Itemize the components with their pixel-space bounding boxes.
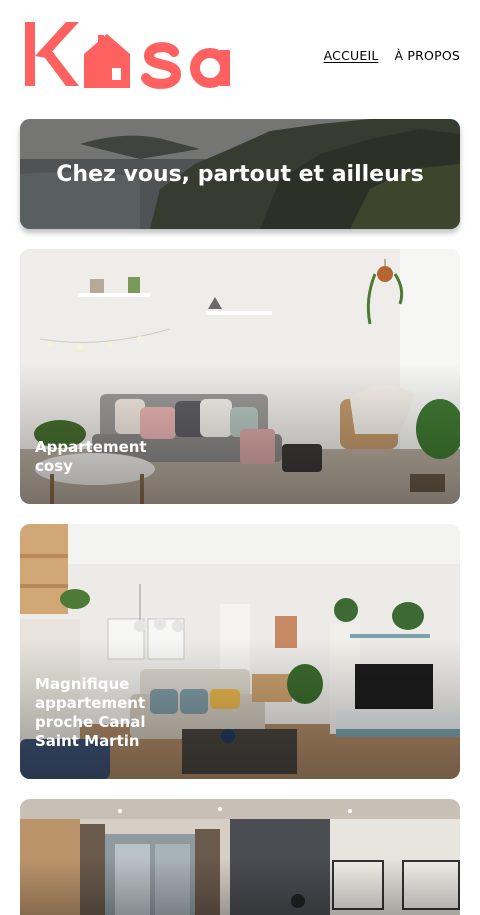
listing-title: Appartement cosy <box>35 438 147 475</box>
nav-link-home[interactable]: ACCUEIL <box>324 48 379 63</box>
main-nav: ACCUEIL À PROPOS <box>324 48 460 63</box>
listing-card[interactable] <box>20 799 460 915</box>
kasa-logo[interactable] <box>22 18 242 90</box>
listing-card[interactable]: Appartement cosy <box>20 249 460 504</box>
kasa-logo-image <box>25 22 230 89</box>
listing-title: Magnifique appartement proche Canal Sain… <box>35 675 146 750</box>
listing-card[interactable]: Magnifique appartement proche Canal Sain… <box>20 524 460 779</box>
banner-title: Chez vous, partout et ailleurs <box>56 161 424 187</box>
hero-banner: Chez vous, partout et ailleurs <box>20 119 460 229</box>
site-header: ACCUEIL À PROPOS <box>0 0 480 105</box>
nav-link-about[interactable]: À PROPOS <box>395 48 461 63</box>
photo-overlay <box>20 799 460 915</box>
